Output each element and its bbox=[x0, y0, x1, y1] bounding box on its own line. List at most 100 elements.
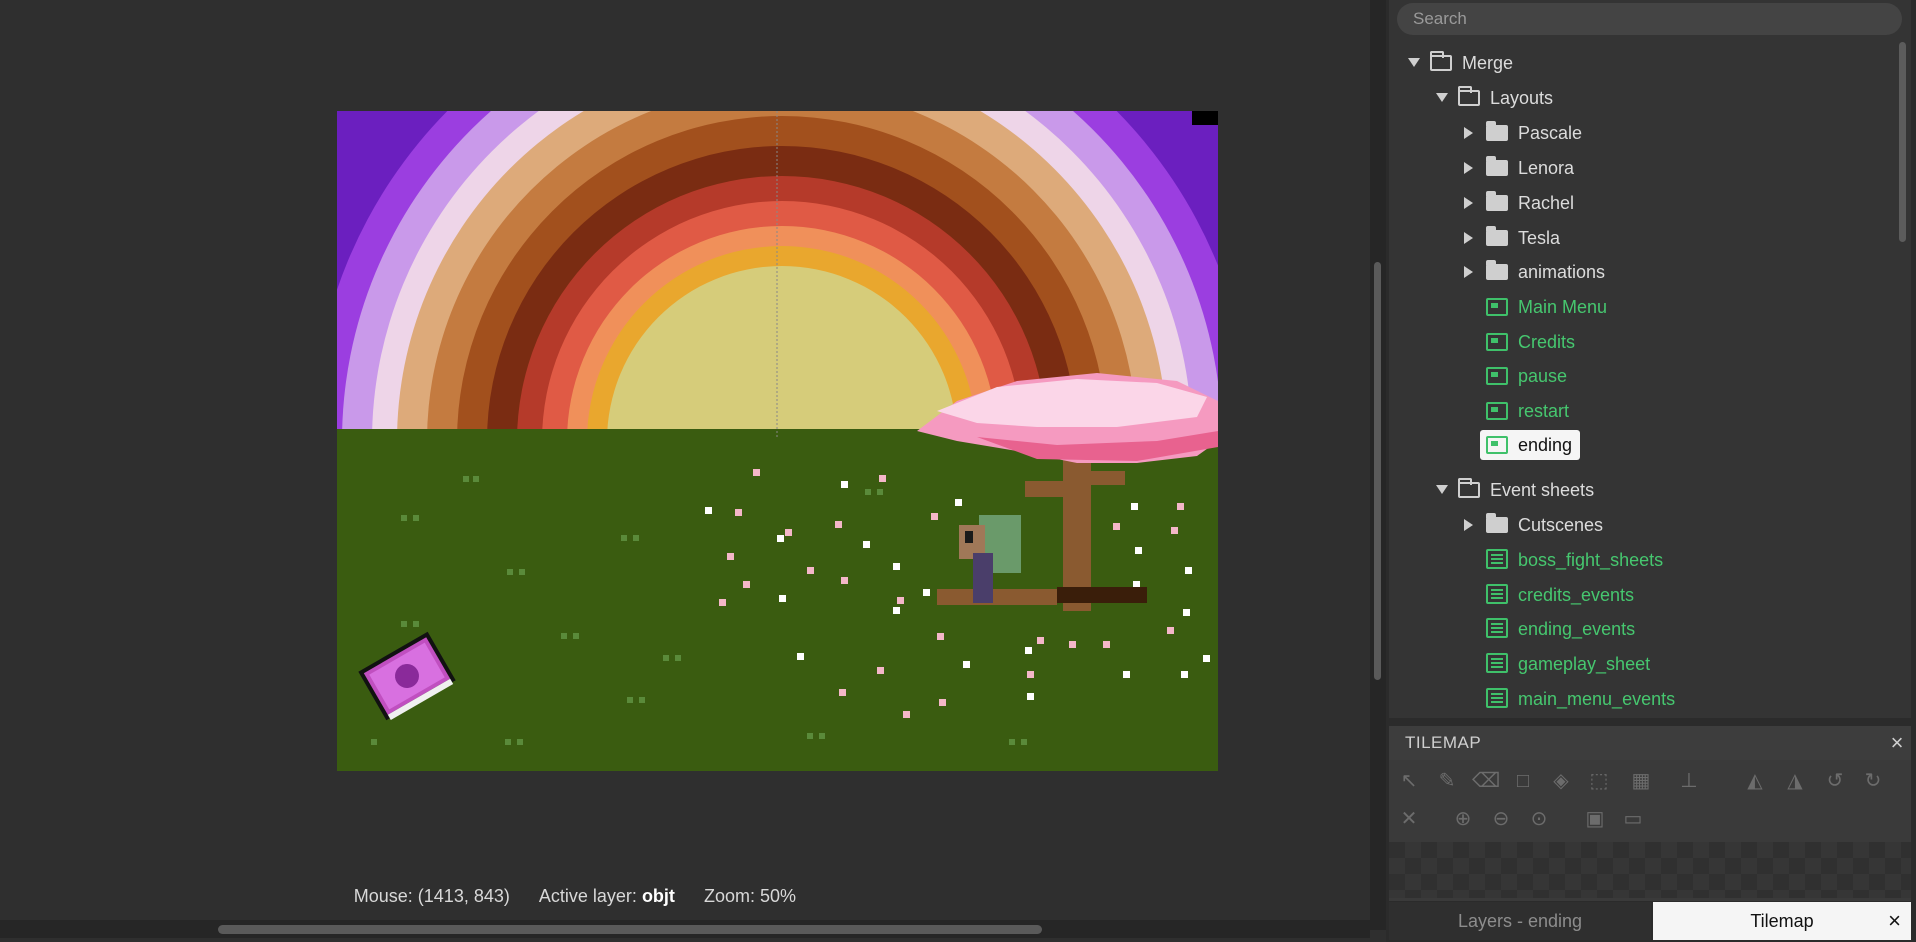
zoom-in-icon[interactable]: ⊕ bbox=[1450, 806, 1476, 832]
collapse-arrow-icon[interactable] bbox=[1464, 519, 1473, 531]
open-folder-icon[interactable]: ▭ bbox=[1620, 806, 1646, 832]
tab-tilemap-label: Tilemap bbox=[1750, 911, 1814, 931]
expand-arrow-icon[interactable] bbox=[1436, 93, 1448, 102]
tilemap-title: TILEMAP bbox=[1389, 726, 1911, 760]
collapse-arrow-icon[interactable] bbox=[1464, 266, 1473, 278]
fill-icon[interactable]: ◈ bbox=[1548, 768, 1574, 794]
save-icon[interactable]: ▣ bbox=[1582, 806, 1608, 832]
tree-label: Layouts bbox=[1490, 88, 1554, 108]
tree-layout-pause[interactable]: pause bbox=[1486, 361, 1567, 391]
tree-folder-pascale[interactable]: Pascale bbox=[1464, 118, 1582, 148]
collapse-arrow-icon[interactable] bbox=[1464, 232, 1473, 244]
tree-layout-credits[interactable]: Credits bbox=[1486, 327, 1575, 357]
event-sheet-icon bbox=[1486, 618, 1508, 638]
tree-label: Lenora bbox=[1518, 158, 1575, 178]
tree-layout-main-menu[interactable]: Main Menu bbox=[1486, 292, 1607, 322]
flip-v-icon[interactable]: ◮ bbox=[1782, 768, 1808, 794]
editor-vertical-scrollbar[interactable] bbox=[1370, 0, 1386, 930]
tree-label: main_menu_events bbox=[1518, 689, 1676, 709]
project-scrollbar[interactable] bbox=[1898, 40, 1908, 712]
tree-sheet-ending-events[interactable]: ending_events bbox=[1486, 614, 1635, 644]
event-sheet-icon bbox=[1486, 688, 1508, 708]
event-sheet-icon bbox=[1486, 549, 1508, 569]
tree-label: Rachel bbox=[1518, 193, 1575, 213]
layout-canvas[interactable] bbox=[337, 111, 1218, 771]
collapse-arrow-icon[interactable] bbox=[1464, 162, 1473, 174]
tree-label: Cutscenes bbox=[1518, 515, 1604, 535]
tree-sheet-boss-fight[interactable]: boss_fight_sheets bbox=[1486, 545, 1663, 575]
tree-folder-tesla[interactable]: Tesla bbox=[1464, 223, 1561, 253]
folder-icon bbox=[1486, 260, 1508, 280]
game-scene-image bbox=[337, 111, 1218, 771]
tree-folder-merge[interactable]: Merge bbox=[1408, 48, 1514, 78]
tree-label: ending bbox=[1518, 435, 1573, 455]
folder-icon bbox=[1486, 156, 1508, 176]
folder-icon bbox=[1486, 513, 1508, 533]
layout-editor[interactable]: Mouse: (1413, 843) Active layer: objt Zo… bbox=[0, 0, 1370, 942]
tree-label: Event sheets bbox=[1490, 480, 1595, 500]
zoom-out-icon[interactable]: ⊖ bbox=[1488, 806, 1514, 832]
close-icon[interactable]: × bbox=[1887, 732, 1907, 754]
tree-layout-ending[interactable]: ending bbox=[1480, 430, 1581, 460]
stamp-icon[interactable]: ⊥ bbox=[1676, 768, 1702, 794]
rotate-cw-icon[interactable]: ↻ bbox=[1860, 768, 1886, 794]
folder-icon bbox=[1486, 121, 1508, 141]
tree-folder-event-sheets[interactable]: Event sheets bbox=[1436, 475, 1595, 505]
tree-label: gameplay_sheet bbox=[1518, 654, 1651, 674]
clear-icon[interactable]: ✕ bbox=[1396, 806, 1422, 832]
tree-label: credits_events bbox=[1518, 585, 1635, 605]
vertical-scroll-thumb[interactable] bbox=[1374, 262, 1381, 680]
collapse-arrow-icon[interactable] bbox=[1464, 197, 1473, 209]
tree-folder-lenora[interactable]: Lenora bbox=[1464, 153, 1575, 183]
horizontal-scroll-thumb[interactable] bbox=[218, 925, 1042, 934]
tree-folder-cutscenes[interactable]: Cutscenes bbox=[1464, 510, 1604, 540]
active-layer-value: objt bbox=[641, 886, 675, 906]
eraser-icon[interactable]: ⌫ bbox=[1472, 768, 1500, 794]
tree-label: Tesla bbox=[1518, 228, 1561, 248]
tree-folder-animations[interactable]: animations bbox=[1464, 257, 1605, 287]
zoom-reset-icon[interactable]: ⊙ bbox=[1526, 806, 1552, 832]
tree-sheet-credits-events[interactable]: credits_events bbox=[1486, 580, 1634, 610]
layout-icon bbox=[1486, 298, 1508, 316]
pencil-icon[interactable]: ✎ bbox=[1434, 768, 1460, 794]
zoom-level: Zoom: 50% bbox=[703, 886, 796, 906]
layout-icon bbox=[1486, 333, 1508, 351]
tile-picker-icon[interactable]: ▦ bbox=[1628, 768, 1654, 794]
marquee-icon[interactable]: ⬚ bbox=[1586, 768, 1612, 794]
folder-icon bbox=[1458, 86, 1480, 106]
tree-folder-layouts[interactable]: Layouts bbox=[1436, 83, 1554, 113]
flip-h-icon[interactable]: ◭ bbox=[1742, 768, 1768, 794]
folder-icon bbox=[1430, 51, 1452, 71]
tileset-preview[interactable] bbox=[1389, 842, 1911, 898]
tree-label: Credits bbox=[1518, 332, 1576, 352]
status-bar: Mouse: (1413, 843) Active layer: objt Zo… bbox=[330, 886, 796, 907]
editor-horizontal-scrollbar[interactable] bbox=[0, 920, 1370, 938]
layout-icon bbox=[1486, 436, 1508, 454]
tab-layers[interactable]: Layers - ending bbox=[1389, 902, 1651, 940]
tree-folder-rachel[interactable]: Rachel bbox=[1464, 188, 1575, 218]
tree-label: boss_fight_sheets bbox=[1518, 550, 1664, 570]
tree-sheet-gameplay[interactable]: gameplay_sheet bbox=[1486, 649, 1650, 679]
tree-layout-restart[interactable]: restart bbox=[1486, 396, 1569, 426]
tab-tilemap[interactable]: Tilemap × bbox=[1653, 902, 1911, 940]
folder-icon bbox=[1486, 191, 1508, 211]
folder-icon bbox=[1486, 226, 1508, 246]
bottom-tab-bar: Layers - ending Tilemap × bbox=[1389, 902, 1911, 940]
expand-arrow-icon[interactable] bbox=[1436, 485, 1448, 494]
tree-label: Merge bbox=[1462, 53, 1514, 73]
layout-icon bbox=[1486, 402, 1508, 420]
project-search-input[interactable]: Search bbox=[1397, 3, 1902, 35]
layout-icon bbox=[1486, 367, 1508, 385]
event-sheet-icon bbox=[1486, 584, 1508, 604]
tree-label: restart bbox=[1518, 401, 1570, 421]
rectangle-icon[interactable]: □ bbox=[1510, 768, 1536, 794]
folder-icon bbox=[1458, 478, 1480, 498]
project-scroll-thumb[interactable] bbox=[1899, 42, 1906, 242]
collapse-arrow-icon[interactable] bbox=[1464, 127, 1473, 139]
select-icon[interactable]: ↖ bbox=[1396, 768, 1422, 794]
tree-sheet-main-menu-events[interactable]: main_menu_events bbox=[1486, 684, 1675, 714]
expand-arrow-icon[interactable] bbox=[1408, 58, 1420, 67]
close-icon[interactable]: × bbox=[1888, 902, 1901, 940]
active-layer-label: Active layer: bbox=[538, 886, 637, 906]
rotate-ccw-icon[interactable]: ↺ bbox=[1822, 768, 1848, 794]
